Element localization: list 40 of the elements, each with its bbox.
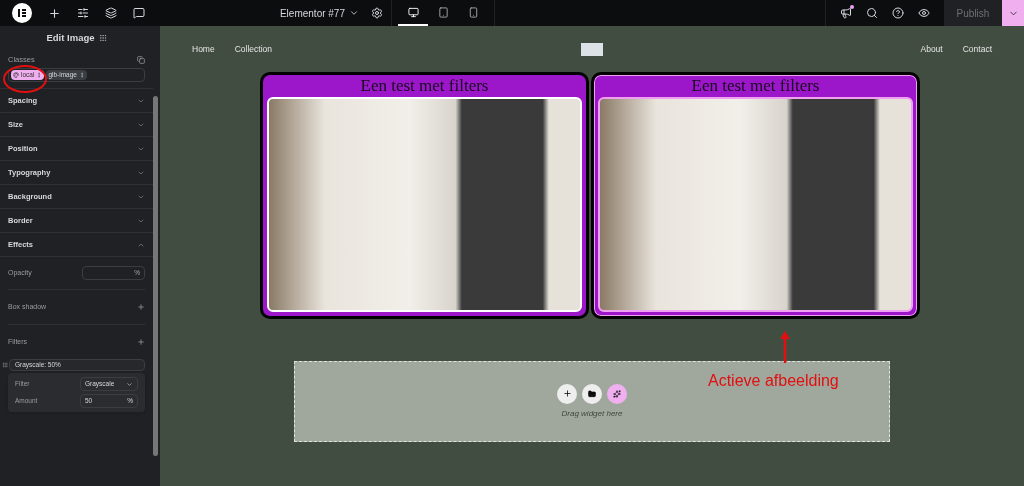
logo-icon[interactable] [12,3,32,23]
help-icon[interactable] [892,7,904,19]
megaphone-icon[interactable] [840,7,852,19]
document-title-dropdown[interactable]: Elementor #77 [275,5,363,21]
nav-link[interactable]: Contact [962,42,992,56]
drop-hint: Drag widget here [561,407,623,420]
annotation-label: Actieve afbeelding [708,371,839,391]
plus-icon [562,389,572,398]
sparkles-icon [613,389,621,398]
chevron-icon [126,380,133,388]
card-title: Een test met filters [359,75,490,97]
palette-icon [13,72,19,79]
nav-link[interactable]: Home [192,42,215,56]
ai-button[interactable] [607,383,627,404]
search-icon[interactable] [866,7,878,19]
copy-icon[interactable] [137,55,145,64]
folder-icon [588,389,596,398]
drag-handle-icon[interactable] [2,362,8,369]
sliders-icon[interactable] [77,7,89,19]
chevron-icon [349,8,359,18]
site-logo-icon[interactable] [581,42,603,56]
folder-button[interactable] [582,383,602,404]
tablet-icon [437,6,449,18]
more-icon[interactable] [36,72,43,79]
settings-icon[interactable] [371,7,383,19]
nav-link[interactable]: Collection [234,42,272,56]
panel-title: Edit Image [46,30,95,45]
grid-icon[interactable] [98,34,107,42]
mobile-icon [467,6,479,18]
preview-icon[interactable] [918,7,930,19]
arrow-annotation [780,331,790,363]
add-icon[interactable] [48,6,61,20]
card-title: Een test met filters [690,75,821,97]
comment-icon[interactable] [133,7,145,19]
circle-annotation [2,64,48,94]
nav-link[interactable]: About [920,42,943,56]
more-icon[interactable] [78,72,85,79]
add-button[interactable] [557,383,577,404]
layers-icon[interactable] [105,7,117,19]
desktop-icon [407,6,419,18]
